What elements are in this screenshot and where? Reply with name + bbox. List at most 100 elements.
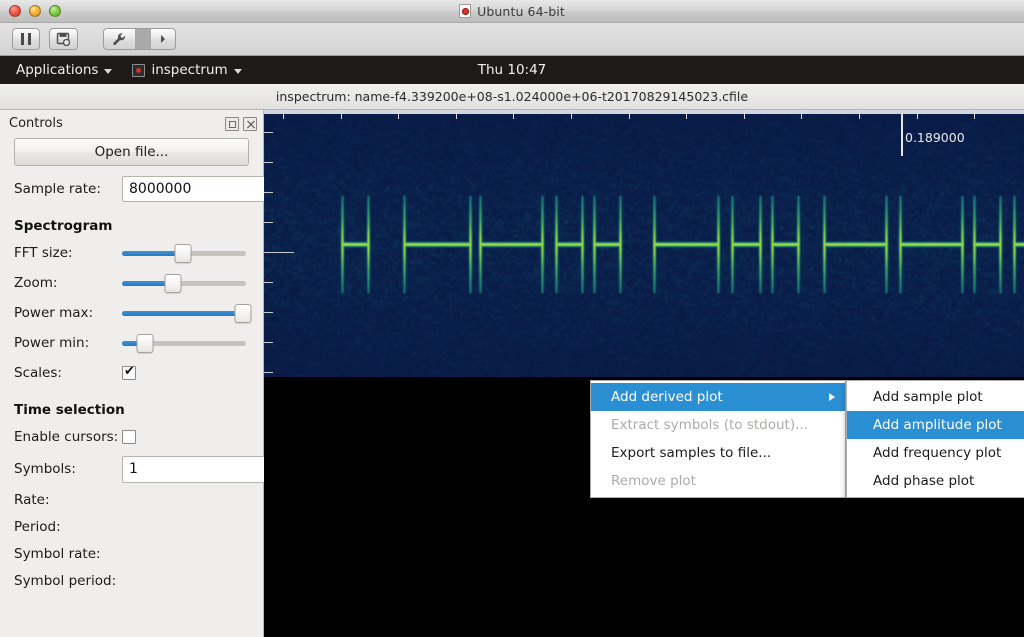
menu-item-label: Add frequency plot	[873, 445, 1002, 461]
power-min-slider[interactable]	[122, 330, 249, 356]
zoom-label: Zoom:	[14, 275, 58, 291]
menu-item-label: Add phase plot	[873, 473, 975, 489]
float-dock-icon[interactable]	[225, 116, 239, 131]
menu-item-label: Remove plot	[611, 473, 696, 489]
enable-cursors-checkbox[interactable]	[122, 430, 136, 444]
frequency-tick	[264, 252, 294, 253]
ruler-tick	[341, 110, 342, 119]
pause-icon	[21, 33, 31, 45]
scales-row: Scales:	[14, 358, 249, 388]
add-derived-plot-submenu[interactable]: Add sample plot Add amplitude plot Add fre…	[846, 380, 1024, 498]
ruler-tick	[456, 110, 457, 119]
menu-item[interactable]: Add amplitude plot	[847, 411, 1024, 439]
vm-file-icon	[459, 4, 472, 18]
app-window-title: inspectrum: name-f4.339200e+08-s1.024000…	[275, 89, 749, 104]
open-file-button[interactable]: Open file...	[14, 138, 249, 166]
period-readout: Period:	[14, 518, 61, 535]
menu-item: Remove plot	[591, 467, 845, 495]
controls-dock-title: Controls	[9, 116, 63, 131]
ruler-tick	[744, 110, 745, 119]
enable-cursors-label: Enable cursors:	[14, 429, 119, 445]
zoom-slider[interactable]	[122, 270, 249, 296]
frequency-tick	[264, 192, 273, 193]
spectrogram-canvas[interactable]	[264, 110, 1024, 377]
controls-sidebar: Controls Open file... Sample rate: 80000…	[0, 110, 327, 637]
ruler-tick	[859, 110, 860, 119]
time-ruler-strip	[264, 110, 1024, 114]
vm-settings-more-button[interactable]	[151, 29, 175, 49]
symbol-rate-readout: Symbol rate:	[14, 545, 101, 562]
close-dock-icon[interactable]	[243, 116, 257, 131]
power-max-label: Power max:	[14, 305, 94, 321]
app-body: Controls Open file... Sample rate: 80000…	[0, 110, 1024, 637]
frequency-tick	[264, 372, 273, 373]
ruler-tick	[513, 110, 514, 119]
menu-item[interactable]: Add frequency plot	[847, 439, 1024, 467]
system-clock[interactable]: Thu 10:47	[0, 62, 1024, 78]
dock-header-buttons[interactable]	[225, 116, 257, 131]
zoom-row: Zoom:	[14, 268, 249, 298]
scales-checkbox[interactable]	[122, 364, 136, 380]
inspectrum-window: inspectrum: name-f4.339200e+08-s1.024000…	[0, 84, 1024, 637]
time-cursor-label: 0.189000	[905, 130, 965, 145]
enable-cursors-row: Enable cursors:	[14, 422, 249, 452]
ruler-tick	[283, 110, 284, 119]
frequency-tick	[264, 342, 273, 343]
vm-titlebar: Ubuntu 64-bit	[0, 0, 1024, 23]
scales-label: Scales:	[14, 365, 62, 381]
slider-handle[interactable]	[164, 273, 182, 293]
ubuntu-top-panel: Applications inspectrum Thu 10:47	[0, 56, 1024, 84]
symbols-row: Symbols:	[14, 452, 327, 486]
menu-item[interactable]: Add phase plot	[847, 467, 1024, 495]
slider-handle[interactable]	[234, 303, 252, 323]
ruler-tick	[686, 110, 687, 119]
menu-item-label: Add sample plot	[873, 389, 983, 405]
vm-settings-group[interactable]	[103, 28, 176, 50]
spectrogram-plot[interactable]: 0.189000	[264, 110, 1024, 377]
fft-size-label: FFT size:	[14, 245, 73, 261]
wrench-icon	[113, 32, 126, 45]
symbols-label: Symbols:	[14, 461, 76, 477]
chevron-right-icon	[161, 35, 165, 43]
ruler-tick	[974, 110, 975, 119]
app-titlebar: inspectrum: name-f4.339200e+08-s1.024000…	[0, 84, 1024, 110]
power-min-label: Power min:	[14, 335, 90, 351]
ruler-tick	[398, 110, 399, 119]
slider-handle[interactable]	[136, 333, 154, 353]
power-max-slider[interactable]	[122, 300, 252, 326]
submenu-arrow-icon	[829, 393, 835, 401]
menu-item-label: Add derived plot	[611, 389, 723, 405]
vm-settings-button[interactable]	[104, 29, 135, 49]
ruler-tick	[801, 110, 802, 119]
controls-content: Open file... Sample rate: Spectrogram FF…	[0, 135, 327, 594]
slider-handle[interactable]	[174, 243, 192, 263]
menu-item: Extract symbols (to stdout)...	[591, 411, 845, 439]
vm-title-text: Ubuntu 64-bit	[477, 3, 565, 19]
sample-rate-label: Sample rate:	[14, 181, 101, 197]
frequency-tick	[264, 282, 273, 283]
menu-item[interactable]: Add derived plot	[591, 383, 845, 411]
menu-item-label: Export samples to file...	[611, 445, 772, 461]
plot-context-menu[interactable]: Add derived plot Extract symbols (to stdo…	[590, 380, 846, 498]
fft-size-slider[interactable]	[122, 240, 249, 266]
menu-item-label: Extract symbols (to stdout)...	[611, 417, 808, 433]
plot-area[interactable]: 0.189000 Add derived plot Extract symbols…	[264, 110, 1024, 637]
vm-toolbar	[0, 23, 1024, 56]
sample-rate-row: Sample rate:	[14, 174, 310, 204]
symbol-period-readout: Symbol period:	[14, 572, 117, 589]
ruler-tick	[629, 110, 630, 119]
frequency-tick	[264, 312, 273, 313]
menu-item[interactable]: Export samples to file...	[591, 439, 845, 467]
rate-readout: Rate:	[14, 491, 50, 508]
vm-pause-button[interactable]	[12, 28, 40, 50]
time-selection-section-title: Time selection	[14, 402, 125, 418]
ruler-tick	[571, 110, 572, 119]
frequency-tick	[264, 132, 273, 133]
toolbar-divider	[135, 29, 151, 49]
menu-item-label: Add amplitude plot	[873, 417, 1002, 433]
controls-dock-header: Controls	[0, 110, 263, 135]
ruler-tick	[917, 110, 918, 119]
menu-item[interactable]: Add sample plot	[847, 383, 1024, 411]
vm-window-title: Ubuntu 64-bit	[0, 4, 1024, 19]
vm-snapshot-button[interactable]	[49, 28, 78, 50]
